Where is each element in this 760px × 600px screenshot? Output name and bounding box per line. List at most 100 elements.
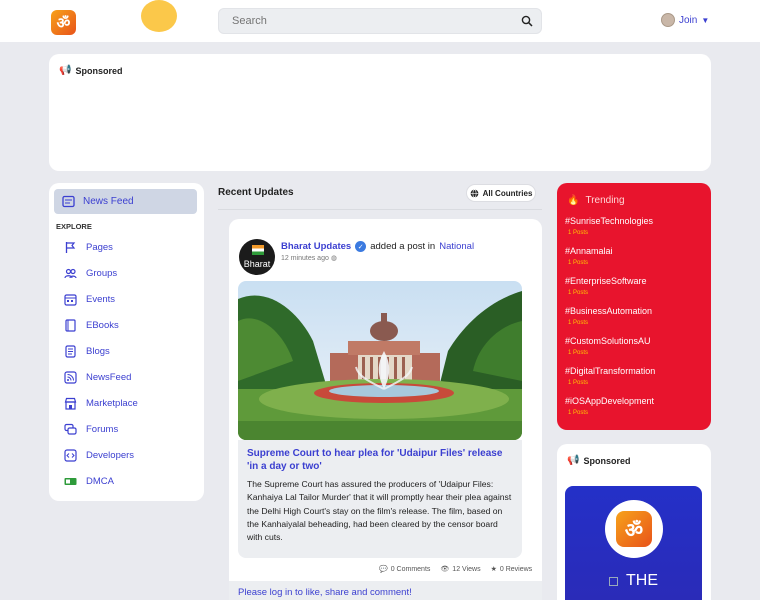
reviews-count: 0 Reviews xyxy=(499,565,533,573)
trending-tag[interactable]: #BusinessAutomation xyxy=(565,306,652,316)
sidebar-item-label: Groups xyxy=(86,267,118,279)
checkbox-icon xyxy=(609,576,618,586)
avatar-text: Bharat xyxy=(243,259,271,269)
star-icon: ★ xyxy=(490,566,497,573)
ad-text-label: THE xyxy=(626,572,658,589)
post-body: Supreme Court to hear plea for 'Udaipur … xyxy=(238,440,522,558)
trending-tag[interactable]: #DigitalTransformation xyxy=(565,366,655,376)
login-prompt-link[interactable]: Please log in to like, share and comment… xyxy=(238,587,412,598)
trending-title: Trending xyxy=(585,195,625,206)
trending-heading: 🔥 Trending xyxy=(567,195,625,206)
left-sidebar: News Feed EXPLORE Pages Groups Events EB… xyxy=(49,183,204,501)
sidebar-item-newsfeed[interactable]: NewsFeed xyxy=(64,369,131,385)
sidebar-item-label: Pages xyxy=(86,241,113,253)
sidebar-item-blogs[interactable]: Blogs xyxy=(64,343,110,359)
search-input[interactable] xyxy=(219,9,499,33)
sidebar-item-groups[interactable]: Groups xyxy=(64,265,117,281)
post-category-link[interactable]: National xyxy=(439,241,474,252)
trending-tag[interactable]: #EnterpriseSoftware xyxy=(565,276,647,286)
country-filter-label: All Countries xyxy=(482,188,533,198)
trending-count: 1 Posts xyxy=(568,320,589,326)
megaphone-icon: 📢 xyxy=(567,455,580,466)
ad-logo-circle: ॐ xyxy=(605,500,663,558)
globe-icon: ◍ xyxy=(330,255,337,262)
sidebar-item-ebooks[interactable]: EBooks xyxy=(64,317,119,333)
comments-stat[interactable]: 💬 0 Comments xyxy=(379,565,431,574)
views-count: 12 Views xyxy=(452,565,481,573)
post-image[interactable] xyxy=(238,281,522,440)
trending-count: 1 Posts xyxy=(568,230,589,236)
divider xyxy=(218,209,542,210)
explore-heading: EXPLORE xyxy=(56,222,92,231)
ad-banner[interactable]: ॐ THE xyxy=(565,486,702,600)
globe-icon xyxy=(470,188,478,198)
post-action: added a post in xyxy=(370,241,436,252)
sidebar-item-label: Marketplace xyxy=(86,397,138,409)
views-stat: 👁 12 Views xyxy=(440,565,481,574)
post-text: The Supreme Court has assured the produc… xyxy=(247,479,512,543)
users-icon xyxy=(64,268,77,278)
trending-count: 1 Posts xyxy=(568,290,589,296)
sidebar-sponsored: 📢 Sponsored ॐ THE xyxy=(557,444,711,600)
country-filter-button[interactable]: All Countries xyxy=(466,184,536,202)
sidebar-item-forums[interactable]: Forums xyxy=(64,421,118,437)
court-building-image xyxy=(238,281,522,440)
sponsored-label: Sponsored xyxy=(75,65,123,76)
post-header: Bharat Updates ✓ added a post in Nationa… xyxy=(281,241,474,252)
sidebar-item-events[interactable]: Events xyxy=(64,291,115,307)
sidebar-item-pages[interactable]: Pages xyxy=(64,239,113,255)
sidebar-item-marketplace[interactable]: Marketplace xyxy=(64,395,138,411)
code-icon xyxy=(64,448,77,462)
sidebar-item-label: NewsFeed xyxy=(86,371,132,383)
chevron-down-icon[interactable]: ▼ xyxy=(701,16,709,25)
trending-count: 1 Posts xyxy=(568,410,589,416)
flag-icon xyxy=(252,245,264,255)
sidebar-item-developers[interactable]: Developers xyxy=(64,447,134,463)
book-icon xyxy=(65,318,76,332)
post-card: Bharat Bharat Updates ✓ added a post in … xyxy=(229,219,542,600)
post-headline-link[interactable]: Supreme Court to hear plea for 'Udaipur … xyxy=(247,447,515,473)
join-menu[interactable]: Join ▼ xyxy=(661,13,709,27)
trending-tag[interactable]: #CustomSolutionsAU xyxy=(565,336,651,346)
post-author-link[interactable]: Bharat Updates xyxy=(281,241,351,252)
search-bar[interactable] xyxy=(218,8,542,34)
sidebar-item-label: Events xyxy=(86,293,116,305)
rss-icon xyxy=(64,370,77,384)
ad-text: THE xyxy=(609,572,658,590)
sidebar-item-label: News Feed xyxy=(83,196,134,207)
feed-title: Recent Updates xyxy=(218,187,294,198)
sidebar-item-news-feed[interactable]: News Feed xyxy=(54,189,197,214)
dmca-icon xyxy=(64,477,77,485)
join-label[interactable]: Join xyxy=(679,15,697,26)
verified-icon: ✓ xyxy=(355,241,367,252)
flag-icon xyxy=(65,241,76,253)
trending-count: 1 Posts xyxy=(568,350,589,356)
sponsored-banner: 📢 Sponsored xyxy=(49,54,711,171)
reviews-stat[interactable]: ★ 0 Reviews xyxy=(490,565,533,574)
comments-count: 0 Comments xyxy=(390,565,431,573)
trending-count: 1 Posts xyxy=(568,380,589,386)
avatar[interactable]: Bharat xyxy=(239,239,275,275)
trending-tag[interactable]: #SunriseTechnologies xyxy=(565,216,653,226)
post-time: 12 minutes ago ◍ xyxy=(281,254,337,262)
site-logo[interactable]: ॐ xyxy=(51,10,76,35)
top-bar: ॐ Join ▼ xyxy=(0,0,760,42)
sidebar-item-dmca[interactable]: DMCA xyxy=(64,473,114,489)
megaphone-icon: 📢 xyxy=(59,65,72,76)
search-icon[interactable] xyxy=(521,15,533,27)
sponsored-label: Sponsored xyxy=(583,455,631,466)
newsfeed-icon xyxy=(62,195,75,208)
decorative-blob xyxy=(141,0,177,32)
trending-tag[interactable]: #Annamalai xyxy=(565,246,613,256)
trending-panel: 🔥 Trending #SunriseTechnologies 1 Posts … xyxy=(557,183,711,430)
store-icon xyxy=(64,397,77,410)
sidebar-item-label: Developers xyxy=(86,449,135,461)
post-stats: 💬 0 Comments 👁 12 Views ★ 0 Reviews xyxy=(379,565,533,574)
sponsored-heading: 📢 Sponsored xyxy=(567,455,630,466)
avatar xyxy=(661,13,675,27)
trending-tag[interactable]: #iOSAppDevelopment xyxy=(565,396,654,406)
login-prompt-bar: Please log in to like, share and comment… xyxy=(229,581,542,600)
trending-count: 1 Posts xyxy=(568,260,589,266)
calendar-icon xyxy=(64,293,77,306)
sidebar-item-label: EBooks xyxy=(86,319,119,331)
